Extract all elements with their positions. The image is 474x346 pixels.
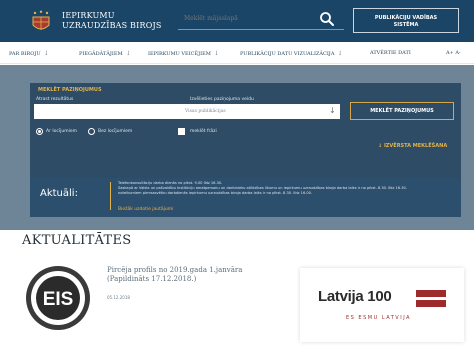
article-title-line-2: (Papildināts 17.12.2018.) <box>107 274 197 283</box>
nav-item-label: ATVĒRTIE DATI <box>370 50 411 56</box>
nav-item-open-data[interactable]: ATVĒRTIE DATI <box>370 50 411 56</box>
news-bar-divider <box>110 182 111 210</box>
arrow-down-icon: ↓ <box>213 50 219 57</box>
search-panel-title: MEKLĒT PAZIŅOJUMUS <box>38 87 102 93</box>
arrow-down-icon: ↓ <box>43 50 49 57</box>
news-bar-title: Aktuāli: <box>40 188 78 199</box>
phrase-search-checkbox[interactable] <box>178 128 185 135</box>
latvija-100-wordmark: Latvija 100 <box>318 288 392 305</box>
news-bar: Aktuāli: Telefonkonsultāciju darba dienā… <box>30 178 461 217</box>
pvs-system-button[interactable]: PUBLIKĀCIJU VADĪBAS SISTĒMA <box>353 8 459 33</box>
arrow-down-icon: ↓ <box>125 50 131 57</box>
nav-item-label: PAR BIROJU <box>9 51 41 57</box>
brand-name[interactable]: IEPIRKUMU UZRAUDZĪBAS BIROJS <box>62 11 162 31</box>
article-date: 05.12.2018 <box>107 295 130 300</box>
site-header: IEPIRKUMU UZRAUDZĪBAS BIROJS PUBLIKĀCIJU… <box>0 0 474 42</box>
notice-type-select[interactable]: Visas publikācijas <box>180 104 340 119</box>
search-panel: MEKLĒT PAZIŅOJUMUS Atrast rezultātus Izv… <box>30 83 461 178</box>
nav-item-label: PIEGĀDĀTĀJIEM <box>79 51 123 57</box>
news-bar-text: Telefonkonsultāciju darba dienās no plks… <box>118 181 458 197</box>
advanced-search-label: IZVĒRSTA MEKLĒŠANA <box>383 143 448 149</box>
nav-item-label: IEPIRKUMU VEICĒJIEM <box>148 51 211 57</box>
advanced-search-link[interactable]: ↓ IZVĒRSTA MEKLĒŠANA <box>378 143 447 149</box>
pvs-button-line-2: SISTĒMA <box>393 21 419 28</box>
notice-type-label: Izvēlieties paziņojuma veidu <box>190 97 254 102</box>
nav-item-procurers[interactable]: IEPIRKUMU VEICĒJIEM ↓ <box>148 50 219 57</box>
article-title[interactable]: Pircēja profils no 2019.gada 1.janvāra (… <box>107 266 277 283</box>
search-notices-button[interactable]: MEKLĒT PAZIŅOJUMUS <box>350 102 454 120</box>
latvija-100-tagline: ES ESMU LATVIJA <box>346 315 412 321</box>
chevron-down-icon[interactable]: ↓ <box>329 106 336 115</box>
nav-item-visualization[interactable]: PUBLIKĀCIJU DATU VIZUALIZĀCIJA ↓ <box>240 50 342 57</box>
nav-item-suppliers[interactable]: PIEGĀDĀTĀJIEM ↓ <box>79 50 131 57</box>
eis-logo-text: EIS <box>43 289 74 310</box>
brand-line-2: UZRAUDZĪBAS BIROJS <box>62 21 162 30</box>
search-icon[interactable] <box>318 10 336 28</box>
nav-item-label: PUBLIKĀCIJU DATU VIZUALIZĀCIJA <box>240 51 335 57</box>
phrase-search-label: meklēt frāzi <box>190 129 217 134</box>
news-line-3: noteikumiem pirmsssvētku darbdienās iepi… <box>118 191 313 196</box>
main-nav: PAR BIROJU ↓ PIEGĀDĀTĀJIEM ↓ IEPIRKUMU VEI… <box>0 42 474 64</box>
radio-without-inflections[interactable] <box>88 128 95 135</box>
keyword-label: Atrast rezultātus <box>36 97 74 102</box>
radio-label-without-inflections: Bez locījumiem <box>98 129 133 134</box>
radio-label-with-inflections: Ar locījumiem <box>46 129 77 134</box>
latvija-100-card[interactable]: Latvija 100 ES ESMU LATVIJA <box>300 268 464 342</box>
coat-of-arms-icon[interactable] <box>30 10 52 34</box>
arrow-down-icon: ↓ <box>337 50 343 57</box>
faq-link[interactable]: Biežāk uzdotie jautājumi <box>118 207 173 212</box>
latvia-flag-icon <box>416 290 446 307</box>
font-size-controls[interactable]: A+ A- <box>446 50 461 56</box>
eis-logo-icon[interactable]: EIS <box>25 265 91 331</box>
hero-section: MEKLĒT PAZIŅOJUMUS Atrast rezultātus Izv… <box>0 65 474 230</box>
radio-with-inflections[interactable] <box>36 128 43 135</box>
news-section-title: AKTUALITĀTES <box>22 233 132 248</box>
article-title-line-1: Pircēja profils no 2019.gada 1.janvāra <box>107 266 243 274</box>
brand-line-1: IEPIRKUMU <box>62 11 115 20</box>
keyword-input[interactable] <box>34 104 194 119</box>
nav-item-about[interactable]: PAR BIROJU ↓ <box>9 50 49 57</box>
